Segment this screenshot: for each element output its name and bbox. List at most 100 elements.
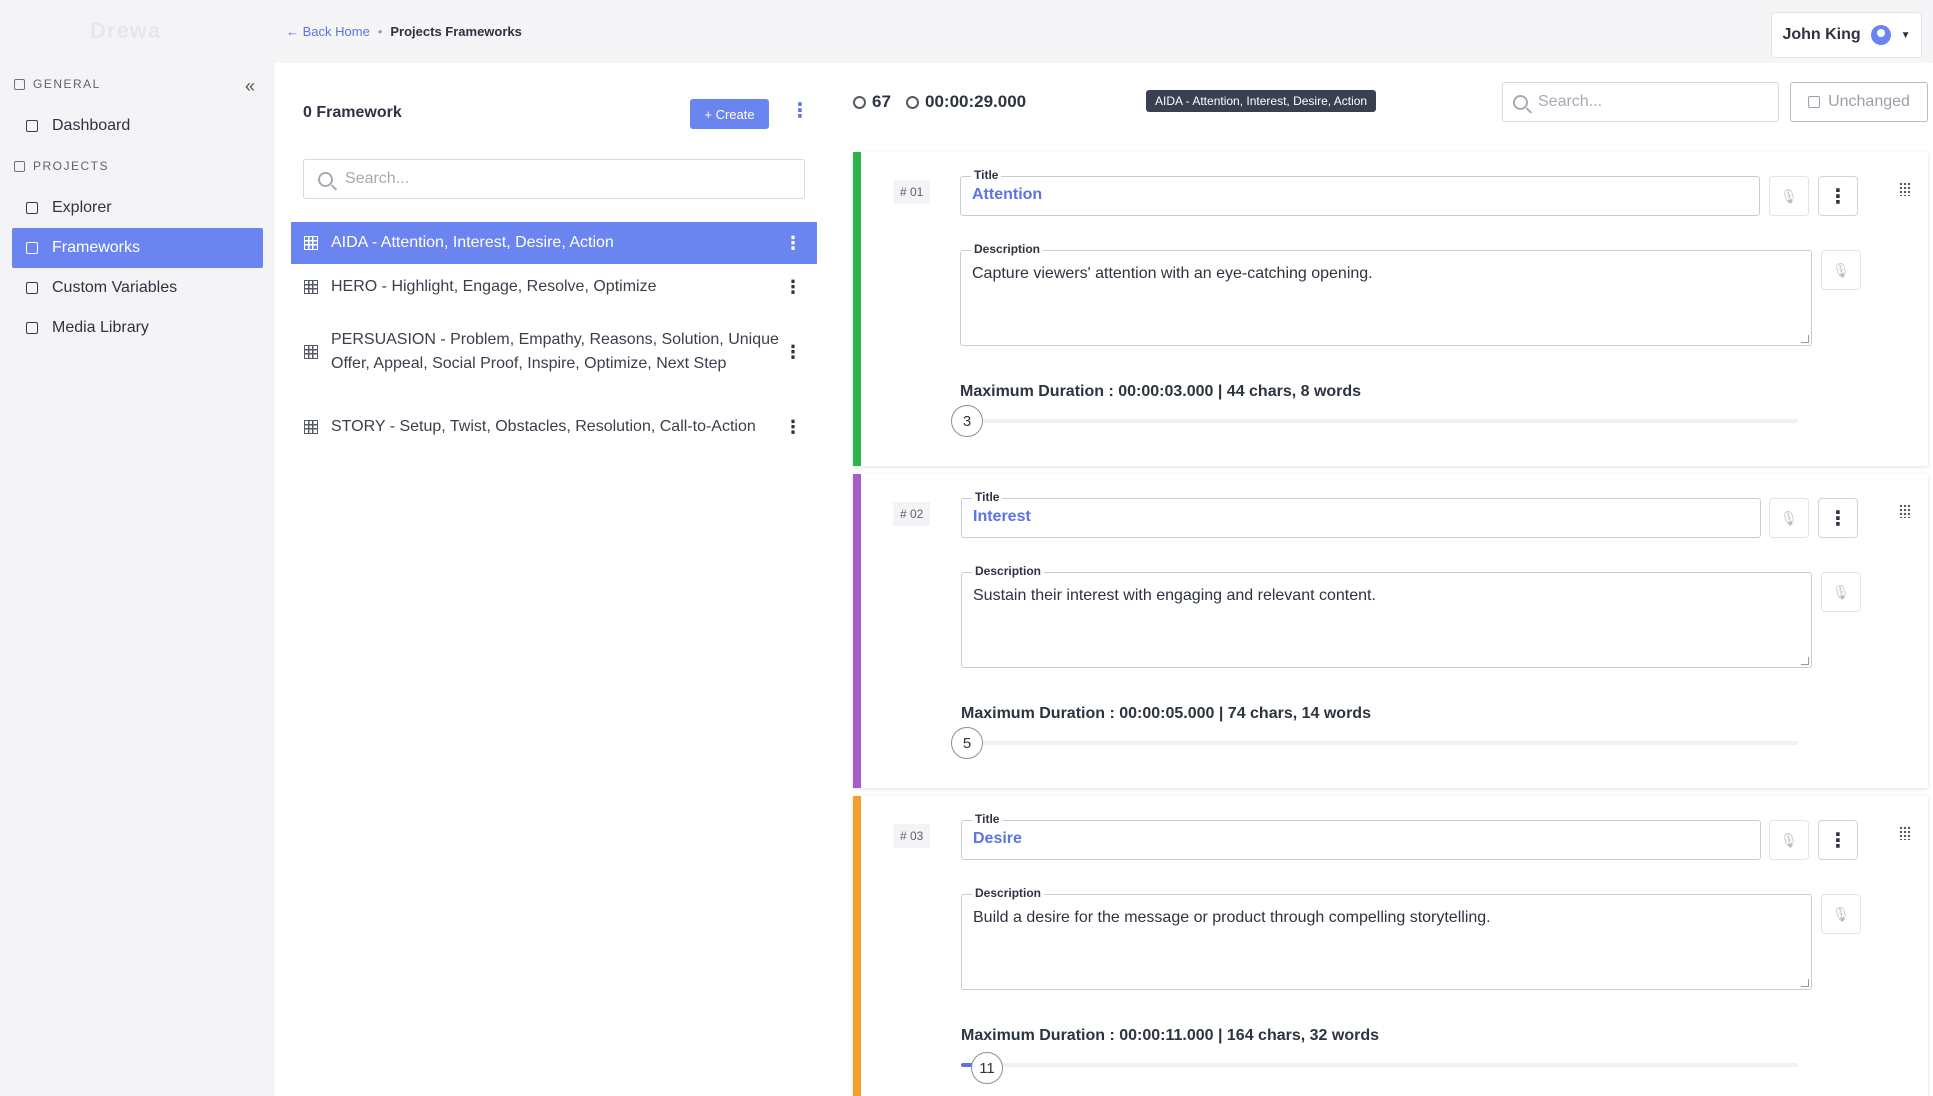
general-icon xyxy=(14,78,25,90)
title-legend: Title xyxy=(972,490,1003,504)
search-icon xyxy=(318,171,333,187)
section-general-label: GENERAL xyxy=(33,77,101,91)
section-general: GENERAL xyxy=(14,77,101,91)
slider-knob[interactable]: 5 xyxy=(951,727,983,759)
description-field[interactable]: Description Build a desire for the messa… xyxy=(961,886,1812,990)
breadcrumb-current: Projects Frameworks xyxy=(390,24,522,39)
media-icon xyxy=(26,322,38,334)
explorer-icon xyxy=(26,202,38,214)
title-value: Interest xyxy=(973,508,1031,525)
title-legend: Title xyxy=(972,812,1003,826)
score-stat: 67 xyxy=(853,92,891,112)
sidebar-item-dashboard[interactable]: Dashboard xyxy=(12,106,263,146)
framework-item-story[interactable]: STORY - Setup, Twist, Obstacles, Resolut… xyxy=(291,402,817,452)
framework-search-input[interactable] xyxy=(345,170,785,188)
step-card: # 03 Title Desire 🎙 ⋮ Description Build … xyxy=(853,796,1928,1096)
sidebar-item-label: Explorer xyxy=(52,199,112,216)
dashboard-icon xyxy=(26,120,38,132)
mic-off-icon[interactable]: 🎙 xyxy=(1769,176,1809,216)
user-menu-button[interactable]: John King ▼ xyxy=(1771,12,1922,58)
description-value: Build a desire for the message or produc… xyxy=(973,909,1491,926)
step-number: # 02 xyxy=(893,502,931,526)
duration-value: 00:00:29.000 xyxy=(925,92,1027,111)
section-projects: PROJECTS xyxy=(14,159,109,173)
duration-stat: 00:00:29.000 xyxy=(906,92,1026,112)
framework-more-icon[interactable]: ⋮ xyxy=(783,231,803,255)
duration-slider[interactable] xyxy=(960,419,1798,423)
resize-handle-icon[interactable] xyxy=(1801,979,1809,987)
mic-off-icon[interactable]: 🎙 xyxy=(1821,572,1861,612)
sidebar-item-explorer[interactable]: Explorer xyxy=(12,188,263,228)
breadcrumb-separator: • xyxy=(377,24,383,39)
description-value: Capture viewers' attention with an eye-c… xyxy=(972,265,1373,282)
sidebar-item-label: Media Library xyxy=(52,319,149,336)
framework-item-persuasion[interactable]: PERSUASION - Problem, Empathy, Reasons, … xyxy=(291,314,817,390)
title-value: Attention xyxy=(972,186,1043,203)
mic-off-icon[interactable]: 🎙 xyxy=(1821,894,1861,934)
grid-icon xyxy=(304,280,318,294)
save-icon xyxy=(1808,96,1821,108)
framework-count: 0 Framework xyxy=(303,104,402,121)
title-field[interactable]: Title Attention xyxy=(960,168,1760,216)
collapse-sidebar-icon[interactable]: « xyxy=(245,76,255,97)
variables-icon xyxy=(26,282,38,294)
framework-more-icon[interactable]: ⋮ xyxy=(783,415,803,439)
step-more-button[interactable]: ⋮ xyxy=(1818,176,1858,216)
framework-item-label: STORY - Setup, Twist, Obstacles, Resolut… xyxy=(331,418,756,435)
grid-icon xyxy=(304,236,318,250)
duration-slider[interactable] xyxy=(961,741,1798,745)
mic-off-icon[interactable]: 🎙 xyxy=(1769,820,1809,860)
description-legend: Description xyxy=(971,242,1044,256)
sidebar-item-label: Frameworks xyxy=(52,239,141,256)
slider-knob[interactable]: 3 xyxy=(951,405,983,437)
description-field[interactable]: Description Capture viewers' attention w… xyxy=(960,242,1812,346)
title-field[interactable]: Title Desire xyxy=(961,812,1761,860)
sidebar-item-frameworks[interactable]: Frameworks xyxy=(12,228,263,268)
framework-item-label: AIDA - Attention, Interest, Desire, Acti… xyxy=(331,234,614,251)
framework-item-hero[interactable]: HERO - Highlight, Engage, Resolve, Optim… xyxy=(291,266,817,308)
grid-icon xyxy=(304,420,318,434)
description-value: Sustain their interest with engaging and… xyxy=(973,587,1376,604)
duration-slider[interactable] xyxy=(961,1063,1798,1067)
step-card: # 01 Title Attention 🎙 ⋮ Description Cap… xyxy=(853,152,1928,466)
step-number: # 03 xyxy=(893,824,931,848)
resize-handle-icon[interactable] xyxy=(1801,657,1809,665)
step-more-button[interactable]: ⋮ xyxy=(1818,820,1858,860)
resize-handle-icon[interactable] xyxy=(1801,335,1809,343)
drag-handle-icon[interactable] xyxy=(1899,504,1911,518)
sidebar-item-label: Custom Variables xyxy=(52,279,178,296)
caret-down-icon: ▼ xyxy=(1900,29,1911,41)
create-button[interactable]: + Create xyxy=(690,99,769,129)
frameworks-more-icon[interactable]: ⋮ xyxy=(790,101,810,121)
framework-more-icon[interactable]: ⋮ xyxy=(783,340,803,364)
framework-search xyxy=(303,159,805,199)
drag-handle-icon[interactable] xyxy=(1899,826,1911,840)
mic-off-icon[interactable]: 🎙 xyxy=(1821,250,1861,290)
description-field[interactable]: Description Sustain their interest with … xyxy=(961,564,1812,668)
save-status-label: Unchanged xyxy=(1828,93,1910,110)
back-home-link[interactable]: ← Back Home xyxy=(286,24,370,39)
selected-framework-tag: AIDA - Attention, Interest, Desire, Acti… xyxy=(1146,90,1377,112)
framework-item-aida[interactable]: AIDA - Attention, Interest, Desire, Acti… xyxy=(291,222,817,264)
breadcrumb: ← Back Home • Projects Frameworks xyxy=(286,24,522,39)
step-more-button[interactable]: ⋮ xyxy=(1818,498,1858,538)
save-status-button[interactable]: Unchanged xyxy=(1790,82,1928,122)
sidebar-item-media-library[interactable]: Media Library xyxy=(12,308,263,348)
sidebar-item-custom-variables[interactable]: Custom Variables xyxy=(12,268,263,308)
mic-off-icon[interactable]: 🎙 xyxy=(1769,498,1809,538)
user-avatar-icon xyxy=(1870,25,1891,45)
slider-knob[interactable]: 11 xyxy=(971,1052,1003,1084)
description-legend: Description xyxy=(972,886,1045,900)
framework-more-icon[interactable]: ⋮ xyxy=(783,275,803,299)
user-name: John King xyxy=(1782,26,1861,43)
gauge-icon xyxy=(853,95,866,109)
title-field[interactable]: Title Interest xyxy=(961,490,1761,538)
step-card: # 02 Title Interest 🎙 ⋮ Description Sust… xyxy=(853,474,1928,788)
framework-item-label: HERO - Highlight, Engage, Resolve, Optim… xyxy=(331,278,657,295)
editor-search-input[interactable] xyxy=(1538,93,1768,111)
app-logo[interactable]: Drewa xyxy=(90,18,161,44)
max-duration-label: Maximum Duration : 00:00:05.000 | 74 cha… xyxy=(961,705,1371,722)
drag-handle-icon[interactable] xyxy=(1899,182,1911,196)
sidebar: Drewa GENERAL « Dashboard PROJECTS Explo… xyxy=(0,0,275,1096)
grid-icon xyxy=(304,345,318,359)
